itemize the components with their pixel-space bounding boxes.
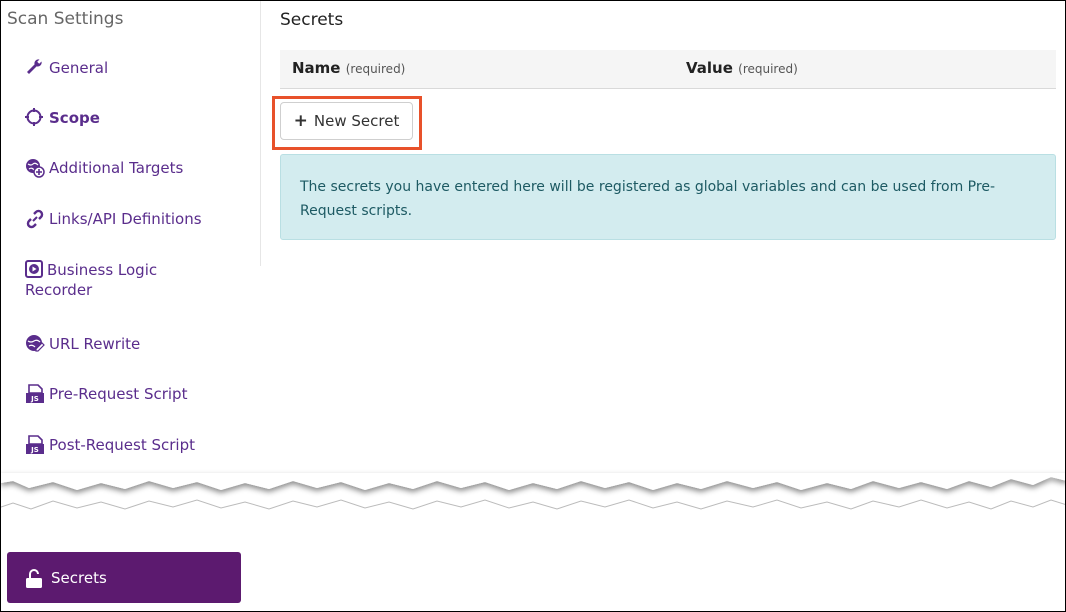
sidebar-item-label-line2: Recorder: [25, 281, 93, 299]
new-secret-button[interactable]: + New Secret: [280, 102, 413, 140]
column-value-label: Value: [686, 59, 733, 77]
sidebar-item-business-logic-recorder[interactable]: Business Logic Recorder: [25, 259, 245, 302]
sidebar-item-label: Additional Targets: [49, 159, 184, 177]
globe-pencil-icon: [25, 334, 45, 352]
sidebar-item-secrets[interactable]: Secrets: [7, 552, 241, 603]
sidebar-item-label: General: [49, 59, 109, 77]
info-alert-text: The secrets you have entered here will b…: [300, 179, 995, 219]
wrench-icon: [25, 58, 43, 76]
unlock-icon: [25, 569, 43, 588]
sidebar-item-label: Pre-Request Script: [49, 385, 188, 403]
sidebar-item-pre-request-script[interactable]: JS Pre-Request Script: [25, 383, 187, 405]
sidebar-item-url-rewrite[interactable]: URL Rewrite: [25, 333, 140, 355]
app-frame: Scan Settings General Scope Additional T…: [0, 0, 1066, 612]
sidebar-item-label: URL Rewrite: [49, 335, 141, 353]
sidebar-item-links-api-definitions[interactable]: Links/API Definitions: [25, 208, 202, 230]
js-file-icon: JS: [25, 384, 44, 403]
column-name-label: Name: [292, 59, 341, 77]
svg-text:JS: JS: [30, 446, 39, 454]
sidebar-divider: [260, 1, 261, 266]
sidebar-title: Scan Settings: [7, 9, 124, 29]
sidebar-item-label: Secrets: [51, 568, 107, 587]
column-header-value: Value (required): [686, 59, 798, 77]
play-icon: [25, 260, 43, 278]
column-name-hint: (required): [345, 62, 406, 76]
info-alert: The secrets you have entered here will b…: [280, 154, 1056, 240]
link-icon: [25, 209, 44, 229]
sidebar-item-label: Scope: [49, 109, 100, 127]
secrets-table-header: Name (required) Value (required): [280, 50, 1056, 89]
sidebar-item-post-request-script[interactable]: JS Post-Request Script: [25, 434, 195, 456]
globe-plus-icon: [25, 158, 45, 178]
sidebar-item-label: Links/API Definitions: [49, 210, 202, 228]
sidebar-item-additional-targets[interactable]: Additional Targets: [25, 157, 183, 179]
crosshair-icon: [25, 108, 43, 126]
sidebar-item-general[interactable]: General: [25, 57, 108, 79]
sidebar-item-scope[interactable]: Scope: [25, 107, 100, 129]
js-file-icon: JS: [25, 435, 44, 454]
page-title: Secrets: [280, 10, 344, 30]
new-secret-label: New Secret: [313, 112, 400, 130]
svg-text:JS: JS: [30, 395, 39, 403]
sidebar-item-label: Post-Request Script: [49, 436, 196, 454]
column-header-name: Name (required): [292, 59, 405, 77]
column-value-hint: (required): [738, 62, 798, 76]
torn-edge-divider: [1, 473, 1065, 533]
sidebar-item-label-line1: Business Logic: [47, 261, 158, 279]
plus-icon: +: [293, 111, 308, 131]
